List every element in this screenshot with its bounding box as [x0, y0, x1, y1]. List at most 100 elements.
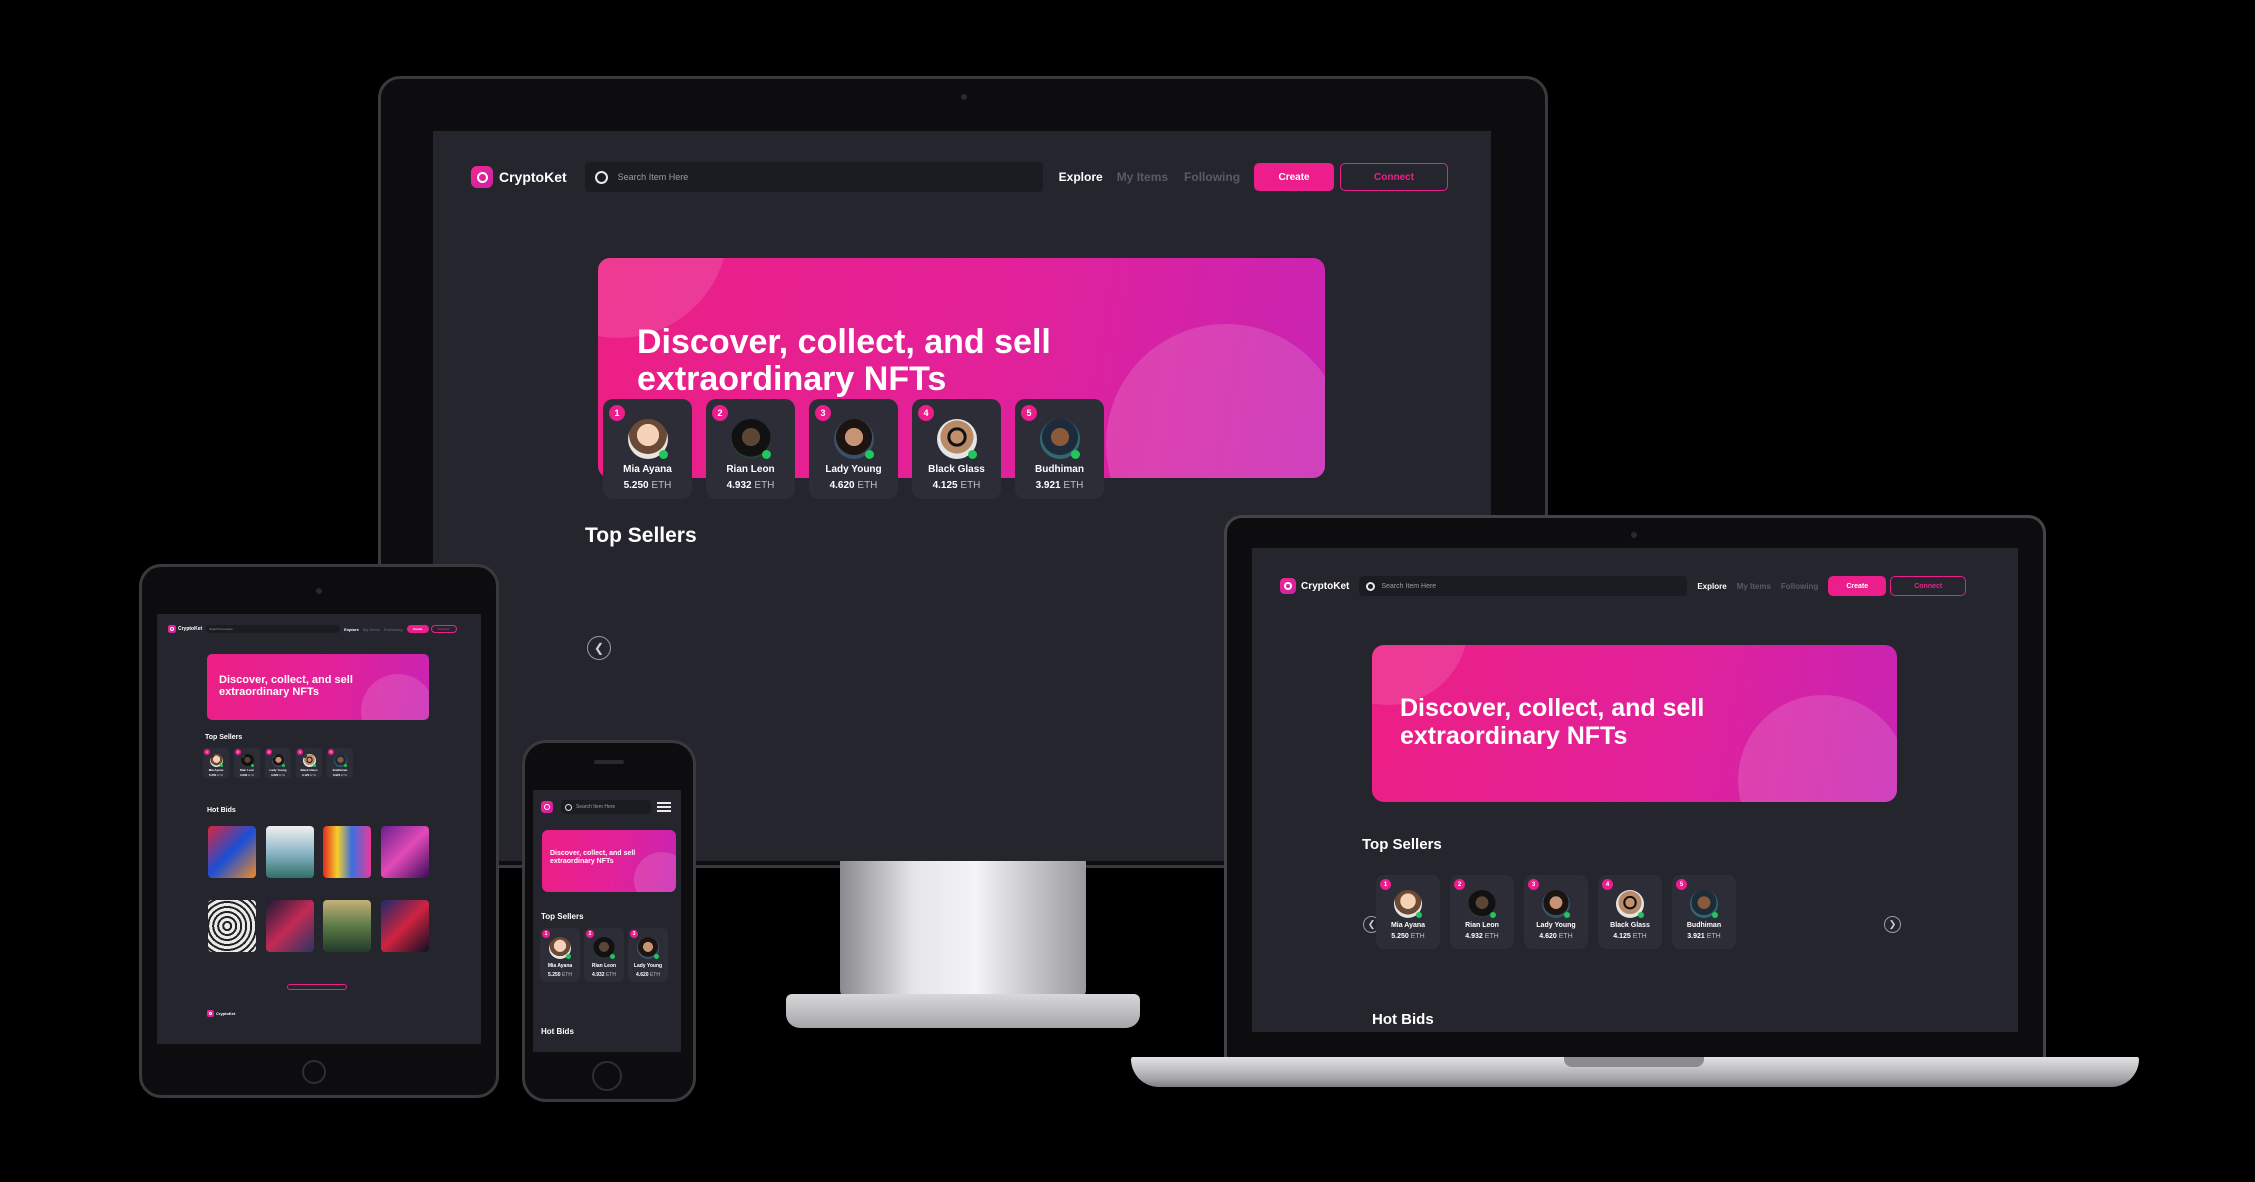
- connect-button[interactable]: Connect: [1340, 163, 1449, 191]
- search-input[interactable]: Search Item Here: [618, 172, 689, 182]
- seller-volume: 5.250 ETH: [1391, 933, 1425, 940]
- chevron-right-icon[interactable]: ❯: [1884, 916, 1901, 933]
- online-status-icon: [312, 764, 316, 767]
- online-status-icon: [566, 954, 571, 959]
- seller-name: Lady Young: [825, 464, 882, 475]
- online-status-icon: [1070, 450, 1080, 459]
- create-button[interactable]: Create: [406, 625, 429, 633]
- seller-card[interactable]: 2 Rian Leon 4.932 ETH: [234, 748, 260, 778]
- seller-volume: 4.620 ETH: [829, 480, 878, 491]
- seller-card[interactable]: 3 Lady Young 4.620 ETH: [809, 399, 898, 499]
- seller-rank-badge: 3: [1528, 879, 1539, 890]
- seller-card[interactable]: 2 Rian Leon 4.932 ETH: [1450, 875, 1514, 949]
- logo[interactable]: CryptoKet: [1280, 578, 1349, 594]
- banner-decor-circle: [361, 674, 429, 720]
- seller-card[interactable]: 1 Mia Ayana 5.250 ETH: [603, 399, 692, 499]
- connect-button[interactable]: Connect: [1890, 576, 1967, 596]
- logo-icon[interactable]: [541, 801, 553, 813]
- seller-rank-badge: 1: [204, 749, 210, 755]
- seller-name: Mia Ayana: [623, 464, 672, 475]
- seller-volume: 5.250 ETH: [623, 480, 672, 491]
- logo-text: CryptoKet: [499, 169, 567, 185]
- banner-title: Discover, collect, and sell extraordinar…: [637, 323, 1051, 399]
- search-bar[interactable]: Search Item Here: [1359, 576, 1688, 596]
- seller-volume: 4.125 ETH: [1613, 933, 1647, 940]
- seller-volume: 4.125 ETH: [301, 773, 317, 777]
- seller-name: Rian Leon: [726, 464, 775, 475]
- logo[interactable]: CryptoKet: [168, 625, 202, 633]
- search-input[interactable]: Search Item Here: [576, 804, 615, 810]
- hot-bids-title: Hot Bids: [1372, 1011, 1434, 1028]
- seller-card[interactable]: 3 Lady Young 4.620 ETH: [265, 748, 291, 778]
- seller-name: Rian Leon: [239, 768, 255, 772]
- seller-volume: 4.125 ETH: [932, 480, 981, 491]
- nav-link-following[interactable]: Following: [1184, 170, 1240, 184]
- hot-bid-card[interactable]: [208, 826, 256, 878]
- seller-card[interactable]: 1 Mia Ayana 5.250 ETH: [203, 748, 229, 778]
- hot-bid-card[interactable]: [266, 826, 314, 878]
- logo[interactable]: CryptoKet: [471, 166, 567, 188]
- nav-link-explore[interactable]: Explore: [1697, 582, 1726, 591]
- seller-name: Black Glass: [300, 768, 318, 772]
- hero-banner: Discover, collect, and sell extraordinar…: [542, 830, 676, 892]
- nav-link-my-items[interactable]: My Items: [1117, 170, 1168, 184]
- seller-card[interactable]: 5 Budhiman 3.921 ETH: [1672, 875, 1736, 949]
- search-input[interactable]: Search Item Here: [1381, 583, 1436, 590]
- device-mockup-scene: CryptoKet Search Item Here Explore My It…: [0, 0, 2255, 1182]
- seller-card[interactable]: 2 Rian Leon 4.932 ETH: [706, 399, 795, 499]
- seller-card[interactable]: 5 Budhiman 3.921 ETH: [327, 748, 353, 778]
- online-status-icon: [761, 450, 771, 459]
- seller-volume: 3.921 ETH: [332, 773, 348, 777]
- search-bar[interactable]: Search Item Here: [206, 625, 341, 633]
- search-bar[interactable]: Search Item Here: [561, 800, 651, 814]
- hot-bid-card[interactable]: [381, 826, 429, 878]
- load-more-button[interactable]: [287, 984, 347, 990]
- seller-card[interactable]: 5 Budhiman 3.921 ETH: [1015, 399, 1104, 499]
- top-sellers-title: Top Sellers: [541, 912, 584, 921]
- nav-link-my-items[interactable]: My Items: [363, 627, 380, 632]
- nav-link-following[interactable]: Following: [384, 627, 403, 632]
- seller-card[interactable]: 4 Black Glass 4.125 ETH: [912, 399, 1001, 499]
- online-status-icon: [658, 450, 668, 459]
- seller-rank-badge: 5: [1676, 879, 1687, 890]
- create-button[interactable]: Create: [1828, 576, 1887, 596]
- hot-bid-card[interactable]: [208, 900, 256, 952]
- connect-button[interactable]: Connect: [430, 625, 457, 633]
- seller-volume: 4.932 ETH: [726, 480, 775, 491]
- hot-bid-card[interactable]: [266, 900, 314, 952]
- tablet-home-button[interactable]: [302, 1060, 326, 1084]
- nav-link-my-items[interactable]: My Items: [1737, 582, 1771, 591]
- seller-rank-badge: 1: [1380, 879, 1391, 890]
- chevron-left-icon[interactable]: ❮: [587, 636, 611, 660]
- hot-bid-card[interactable]: [381, 900, 429, 952]
- banner-title: Discover, collect, and sell extraordinar…: [1400, 694, 1705, 750]
- seller-volume: 4.932 ETH: [239, 773, 255, 777]
- banner-decor-circle: [634, 852, 676, 892]
- nav-link-explore[interactable]: Explore: [344, 627, 359, 632]
- phone-home-button[interactable]: [592, 1061, 622, 1091]
- seller-card[interactable]: 1 Mia Ayana 5.250 ETH: [1376, 875, 1440, 949]
- seller-volume: 3.921 ETH: [1035, 480, 1084, 491]
- phone-screen: Search Item Here Discover, collect, and …: [533, 790, 681, 1052]
- seller-card[interactable]: 4 Black Glass 4.125 ETH: [1598, 875, 1662, 949]
- online-status-icon: [1564, 912, 1570, 918]
- top-sellers-title: Top Sellers: [1362, 836, 1442, 853]
- search-input[interactable]: Search Item Here: [209, 627, 233, 631]
- hot-bid-card[interactable]: [323, 900, 371, 952]
- create-button[interactable]: Create: [1254, 163, 1335, 191]
- nav-link-following[interactable]: Following: [1781, 582, 1818, 591]
- seller-card[interactable]: 3 Lady Young 4.620 ETH: [1524, 875, 1588, 949]
- navbar: Search Item Here: [541, 800, 675, 814]
- seller-card[interactable]: 1 Mia Ayana 5.250 ETH: [540, 928, 580, 982]
- seller-volume: 5.250 ETH: [208, 773, 224, 777]
- nav-link-explore[interactable]: Explore: [1059, 170, 1103, 184]
- hot-bid-card[interactable]: [323, 826, 371, 878]
- hamburger-menu-icon[interactable]: [657, 802, 671, 812]
- hot-bids-title: Hot Bids: [207, 807, 236, 814]
- seller-card[interactable]: 2 Rian Leon 4.932 ETH: [584, 928, 624, 982]
- search-bar[interactable]: Search Item Here: [584, 162, 1043, 192]
- search-icon: [1366, 581, 1376, 591]
- tablet-screen: CryptoKet Search Item Here Explore My It…: [157, 614, 481, 1044]
- seller-card[interactable]: 3 Lady Young 4.620 ETH: [628, 928, 668, 982]
- seller-card[interactable]: 4 Black Glass 4.125 ETH: [296, 748, 322, 778]
